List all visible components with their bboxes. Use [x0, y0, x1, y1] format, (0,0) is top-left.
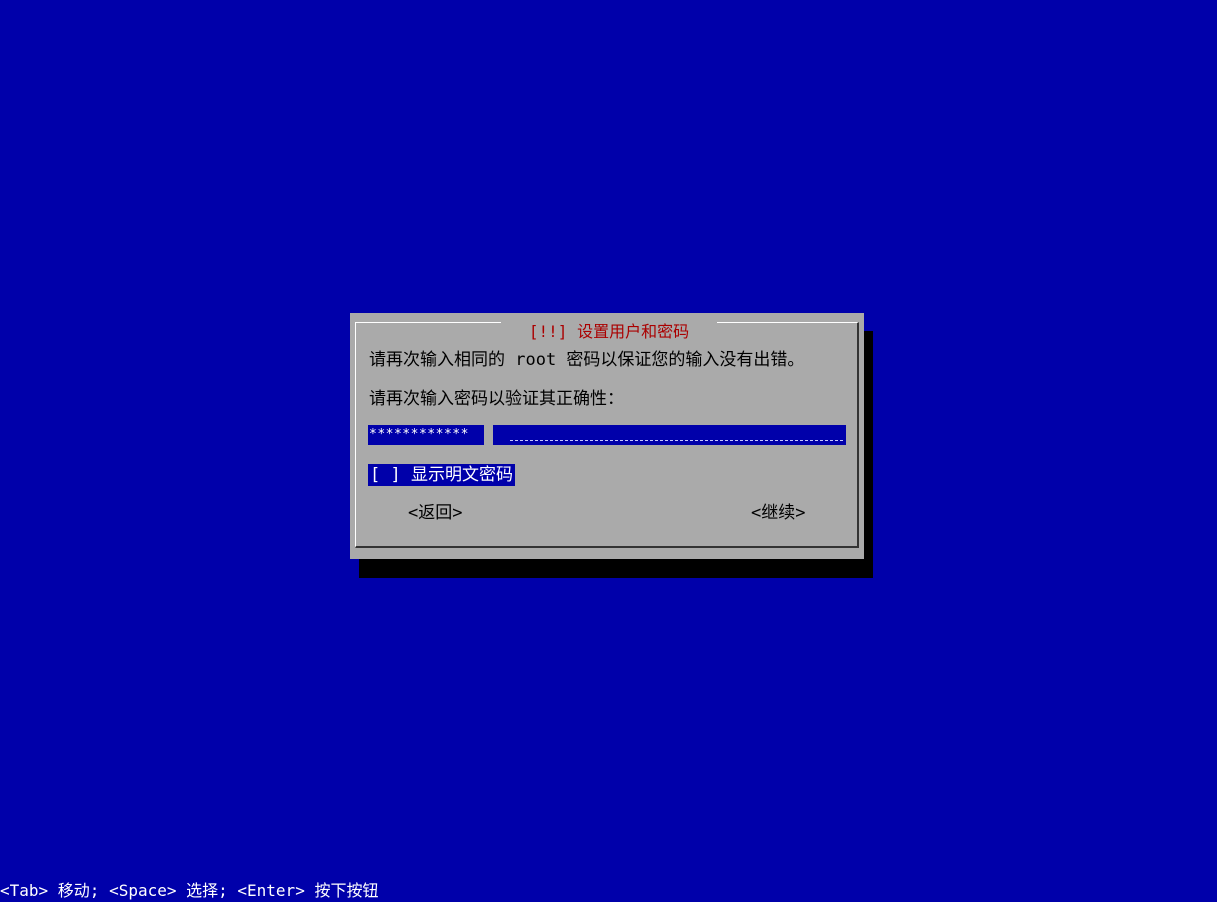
password-confirm-field[interactable]: ************	[368, 425, 846, 445]
installer-screen: [!!] 设置用户和密码 请再次输入相同的 root 密码以保证您的输入没有出错…	[0, 0, 1217, 902]
show-password-checkbox[interactable]: [ ] 显示明文密码	[368, 464, 515, 486]
field-underline	[510, 440, 843, 441]
password-confirm-dialog: [!!] 设置用户和密码 请再次输入相同的 root 密码以保证您的输入没有出错…	[350, 313, 864, 559]
dialog-message: 请再次输入相同的 root 密码以保证您的输入没有出错。	[369, 350, 805, 370]
keyboard-help-line: <Tab> 移动; <Space> 选择; <Enter> 按下按钮	[0, 881, 379, 900]
back-button[interactable]: <返回>	[408, 502, 462, 524]
password-prompt: 请再次输入密码以验证其正确性：	[369, 389, 624, 409]
password-masked-value: ************	[369, 427, 469, 442]
text-cursor	[484, 425, 493, 445]
continue-button[interactable]: <继续>	[751, 502, 805, 524]
dialog-title: [!!] 设置用户和密码	[501, 322, 717, 342]
